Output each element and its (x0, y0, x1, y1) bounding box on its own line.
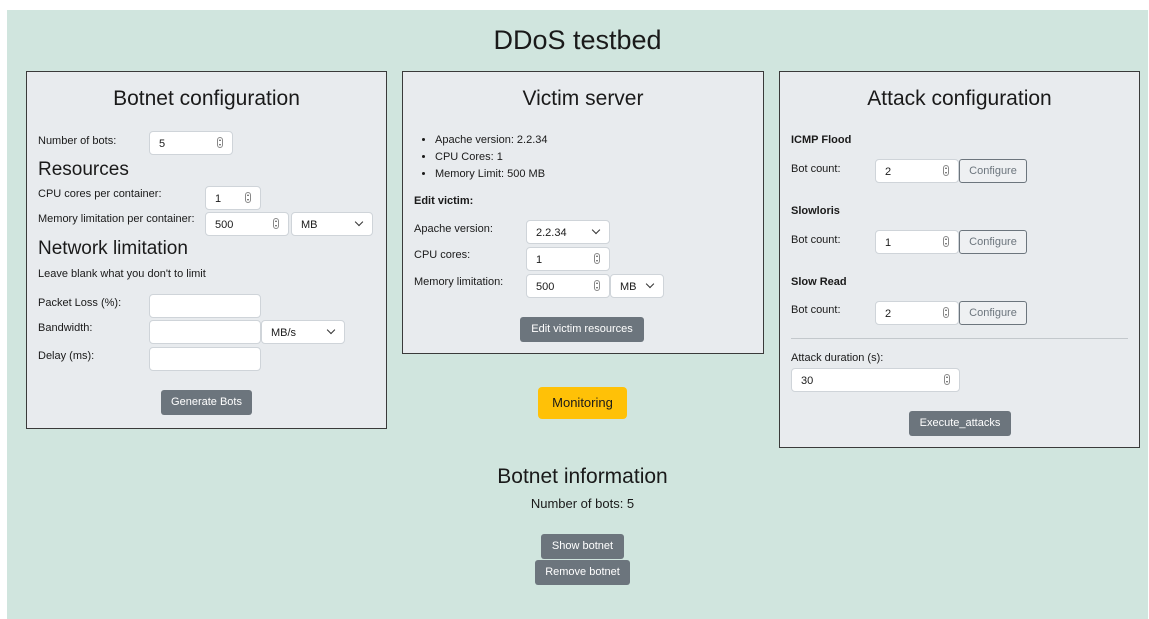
show-botnet-button[interactable]: Show botnet (541, 534, 624, 559)
chevron-down-icon (645, 279, 655, 289)
victim-cpu-label: CPU cores: (414, 249, 471, 261)
list-item: Apache version: 2.2.34 (435, 133, 548, 147)
stepper-icon[interactable] (273, 218, 279, 229)
victim-cpu-input[interactable]: 1 (526, 247, 610, 271)
victim-server-title: Victim server (522, 87, 644, 110)
stepper-icon[interactable] (594, 253, 600, 264)
num-bots-label: Number of bots: (38, 135, 117, 147)
victim-server-panel: Victim server Apache version: 2.2.34 CPU… (402, 71, 764, 354)
edit-victim-resources-button[interactable]: Edit victim resources (520, 317, 644, 342)
stepper-icon[interactable] (943, 236, 949, 247)
delay-label: Delay (ms): (38, 350, 95, 362)
victim-memory-input[interactable]: 500 (526, 274, 610, 298)
network-heading: Network limitation (38, 238, 188, 259)
slow-read-bot-count-label: Bot count: (791, 304, 841, 316)
stepper-icon[interactable] (594, 280, 600, 291)
cpu-cores-label: CPU cores per container: (38, 188, 162, 200)
chevron-down-icon (591, 225, 601, 235)
attack-config-title: Attack configuration (867, 87, 1052, 110)
slowloris-configure-button[interactable]: Configure (959, 230, 1027, 254)
victim-info-list: Apache version: 2.2.34 CPU Cores: 1 Memo… (415, 133, 548, 184)
slowloris-bot-count-label: Bot count: (791, 234, 841, 246)
apache-version-select[interactable]: 2.2.34 (526, 220, 610, 244)
network-hint: Leave blank what you don't to limit (38, 268, 206, 280)
botnet-config-title: Botnet configuration (113, 87, 300, 110)
victim-cpu-value: 1 (536, 254, 543, 266)
stepper-icon[interactable] (943, 165, 949, 176)
stepper-icon[interactable] (217, 137, 223, 148)
slowloris-bot-count-input[interactable]: 1 (875, 230, 959, 254)
stepper-icon[interactable] (943, 307, 949, 318)
stepper-icon[interactable] (245, 192, 251, 203)
generate-bots-button[interactable]: Generate Bots (161, 390, 252, 415)
memory-unit-select[interactable]: MB (291, 212, 373, 236)
attack-config-panel: Attack configuration ICMP Flood Bot coun… (779, 71, 1140, 448)
bandwidth-unit-select[interactable]: MB/s (261, 320, 345, 344)
icmp-bot-count-value: 2 (885, 166, 892, 178)
apache-version-label: Apache version: (414, 223, 493, 235)
attack-duration-label: Attack duration (s): (791, 352, 884, 364)
chevron-down-icon (354, 217, 364, 227)
icmp-configure-button[interactable]: Configure (959, 159, 1027, 183)
slow-read-configure-button[interactable]: Configure (959, 301, 1027, 325)
monitoring-button[interactable]: Monitoring (538, 387, 627, 419)
divider (791, 338, 1128, 339)
slow-read-heading: Slow Read (791, 276, 847, 288)
edit-victim-heading: Edit victim: (414, 195, 474, 207)
slow-read-bot-count-input[interactable]: 2 (875, 301, 959, 325)
victim-memory-unit-value: MB (620, 281, 637, 293)
packet-loss-input[interactable] (149, 294, 261, 318)
page-title: DDoS testbed (493, 25, 662, 55)
apache-version-value: 2.2.34 (536, 227, 567, 239)
stepper-icon[interactable] (944, 374, 950, 385)
execute-attacks-button[interactable]: Execute_attacks (909, 411, 1011, 436)
icmp-flood-heading: ICMP Flood (791, 134, 852, 146)
delay-input[interactable] (149, 347, 261, 371)
slow-read-bot-count-value: 2 (885, 308, 892, 320)
packet-loss-label: Packet Loss (%): (38, 297, 122, 309)
victim-memory-label: Memory limitation: (414, 276, 504, 288)
bandwidth-label: Bandwidth: (38, 322, 93, 334)
num-bots-input[interactable]: 5 (149, 131, 233, 155)
victim-memory-value: 500 (536, 281, 555, 293)
bandwidth-input[interactable] (149, 320, 261, 344)
memory-value: 500 (215, 219, 234, 231)
page: DDoS testbed Botnet configuration Number… (7, 10, 1148, 619)
victim-memory-unit-select[interactable]: MB (610, 274, 664, 298)
attack-duration-input[interactable]: 30 (791, 368, 960, 392)
slowloris-heading: Slowloris (791, 205, 840, 217)
botnet-info-count: Number of bots: 5 (530, 496, 635, 511)
icmp-bot-count-input[interactable]: 2 (875, 159, 959, 183)
cpu-cores-input[interactable]: 1 (205, 186, 261, 210)
remove-botnet-button[interactable]: Remove botnet (535, 560, 630, 585)
list-item: Memory Limit: 500 MB (435, 167, 548, 181)
cpu-cores-value: 1 (215, 193, 222, 205)
botnet-config-panel: Botnet configuration Number of bots: 5 R… (26, 71, 387, 429)
num-bots-value: 5 (159, 138, 166, 150)
chevron-down-icon (326, 325, 336, 335)
memory-label: Memory limitation per container: (38, 213, 195, 225)
list-item: CPU Cores: 1 (435, 150, 548, 164)
botnet-info-title: Botnet information (497, 465, 668, 488)
icmp-bot-count-label: Bot count: (791, 163, 841, 175)
slowloris-bot-count-value: 1 (885, 237, 892, 249)
bandwidth-unit-value: MB/s (271, 327, 297, 339)
attack-duration-value: 30 (801, 375, 814, 387)
resources-heading: Resources (38, 159, 129, 180)
memory-unit-value: MB (301, 219, 318, 231)
memory-input[interactable]: 500 (205, 212, 289, 236)
